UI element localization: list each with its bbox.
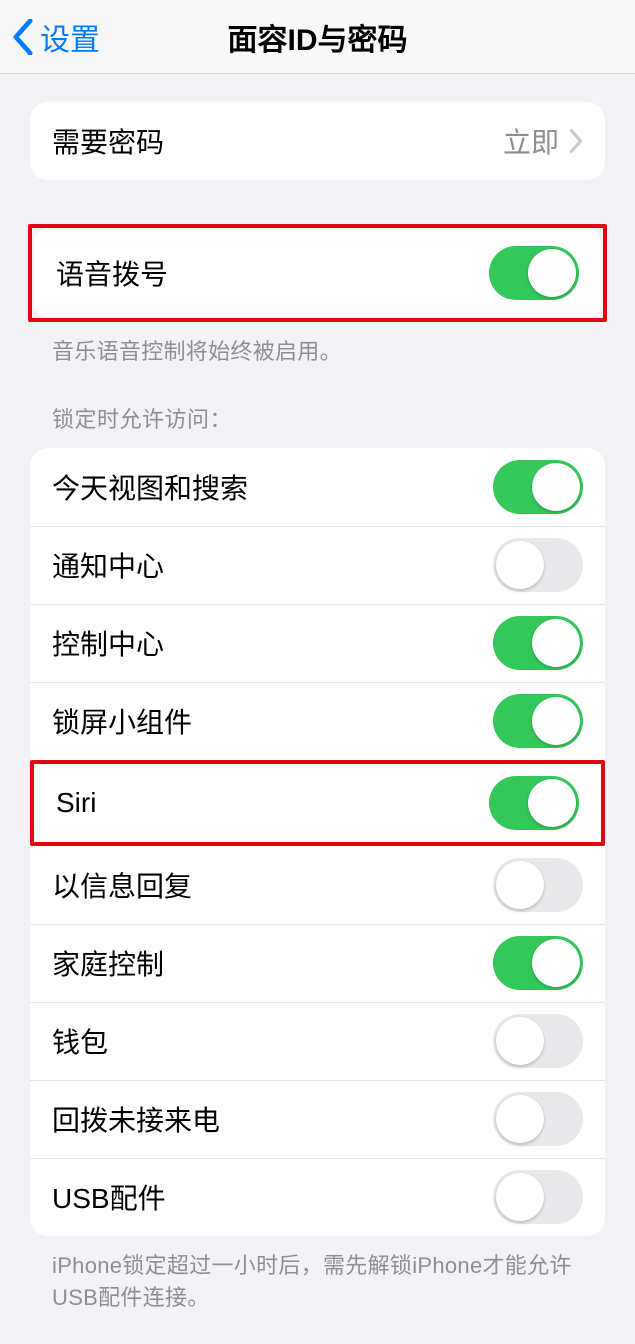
lock-access-toggle[interactable] [493,616,583,670]
voice-dial-footer: 音乐语音控制将始终被启用。 [30,322,605,368]
lock-access-label: 通知中心 [52,545,493,585]
voice-dial-group: 语音拨号 [34,228,601,318]
lock-access-label: Siri [56,787,489,819]
lock-access-label: 回拨未接来电 [52,1099,493,1139]
chevron-right-icon [569,129,583,153]
lock-access-row: USB配件 [30,1158,605,1236]
lock-access-row: Siri [34,764,601,842]
lock-access-toggle[interactable] [493,1014,583,1068]
siri-highlight: Siri [30,760,605,846]
lock-access-row: 通知中心 [30,526,605,604]
nav-bar: 设置 面容ID与密码 [0,0,635,74]
lock-access-toggle[interactable] [493,694,583,748]
require-passcode-label: 需要密码 [52,121,503,161]
lock-access-label: 控制中心 [52,623,493,663]
voice-dial-highlight: 语音拨号 [28,224,607,322]
lock-access-row: 回拨未接来电 [30,1080,605,1158]
lock-access-header: 锁定时允许访问： [30,368,605,442]
lock-access-row: 控制中心 [30,604,605,682]
voice-dial-label: 语音拨号 [56,253,489,293]
lock-access-row: 以信息回复 [30,846,605,924]
lock-access-row: 今天视图和搜索 [30,448,605,526]
chevron-left-icon [12,19,34,55]
lock-access-toggle[interactable] [493,858,583,912]
lock-access-label: 今天视图和搜索 [52,467,493,507]
content: 需要密码 立即 语音拨号 音乐语音控制将始终被启用。 锁定时允许访问： 今天视图… [0,74,635,1344]
require-passcode-group: 需要密码 立即 [30,102,605,180]
lock-access-row: 钱包 [30,1002,605,1080]
lock-access-toggle[interactable] [493,1092,583,1146]
lock-access-label: 以信息回复 [52,865,493,905]
voice-dial-toggle[interactable] [489,246,579,300]
lock-access-label: USB配件 [52,1177,493,1217]
lock-access-label: 钱包 [52,1021,493,1061]
lock-access-label: 家庭控制 [52,943,493,983]
lock-access-toggle[interactable] [489,776,579,830]
lock-access-label: 锁屏小组件 [52,701,493,741]
lock-access-toggle[interactable] [493,936,583,990]
lock-access-footer: iPhone锁定超过一小时后，需先解锁iPhone才能允许USB配件连接。 [30,1236,605,1314]
lock-access-group: 今天视图和搜索通知中心控制中心锁屏小组件 Siri 以信息回复家庭控制钱包回拨未接来… [30,448,605,1236]
voice-dial-row: 语音拨号 [34,228,601,318]
require-passcode-value: 立即 [503,121,559,161]
require-passcode-row[interactable]: 需要密码 立即 [30,102,605,180]
lock-access-toggle[interactable] [493,460,583,514]
back-label: 设置 [40,15,100,59]
back-button[interactable]: 设置 [0,15,100,59]
lock-access-toggle[interactable] [493,1170,583,1224]
lock-access-toggle[interactable] [493,538,583,592]
lock-access-row: 家庭控制 [30,924,605,1002]
lock-access-row: 锁屏小组件 [30,682,605,760]
